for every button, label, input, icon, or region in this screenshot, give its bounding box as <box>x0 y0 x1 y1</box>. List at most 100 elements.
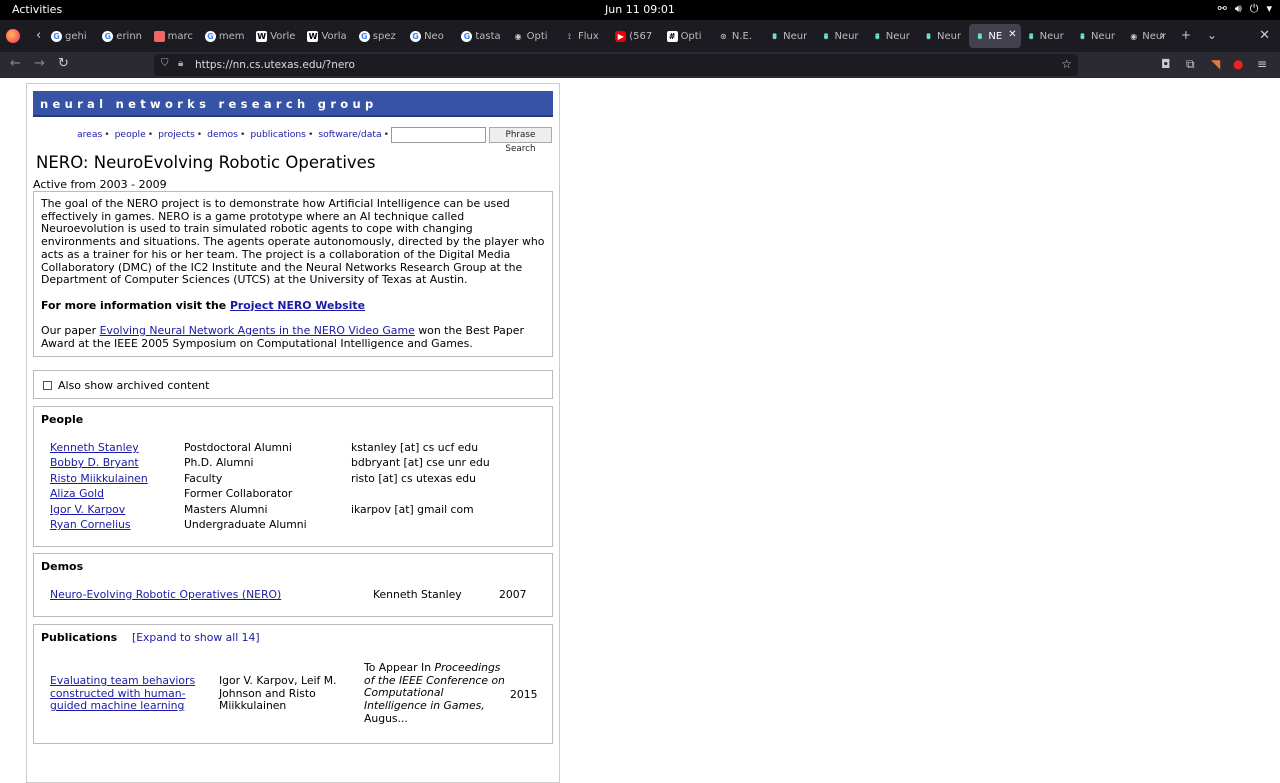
tracking-shield-icon[interactable]: ⛉ <box>161 58 169 69</box>
browser-tab[interactable]: ◉ Opti <box>508 20 559 52</box>
paper-line: Our paper Evolving Neural Network Agents… <box>41 324 545 350</box>
tab-title: spez <box>372 30 396 42</box>
page-title: NERO: NeuroEvolving Robotic Operatives <box>36 153 376 172</box>
browser-tab[interactable]: Gtasta <box>456 20 507 52</box>
ne-favicon-icon: ⊛ <box>720 31 727 41</box>
tab-title: Flux <box>577 30 599 42</box>
tab-scroll-left-icon[interactable]: ‹ <box>36 28 41 43</box>
nav-link-projects[interactable]: projects <box>158 129 195 140</box>
tab-title: Vorla <box>321 30 347 42</box>
window-close-icon[interactable]: ✕ <box>1259 28 1270 43</box>
paper-link[interactable]: Evolving Neural Network Agents in the NE… <box>100 324 415 337</box>
list-all-tabs-icon[interactable]: ⌄ <box>1207 28 1217 42</box>
browser-tab[interactable]: ⩩ Neur <box>1021 20 1072 52</box>
demo-link[interactable]: Neuro-Evolving Robotic Operatives (NERO) <box>50 588 281 601</box>
volume-icon: 🔊︎ <box>1234 2 1242 15</box>
browser-tab[interactable]: Gmem <box>200 20 251 52</box>
browser-tab[interactable]: ▶ (567 <box>610 20 661 52</box>
bookmark-star-icon[interactable]: ☆ <box>1061 57 1072 71</box>
hamburger-menu-icon[interactable]: ≡ <box>1257 57 1267 71</box>
tab-title: Opti <box>680 30 702 42</box>
browser-tab[interactable]: Gerinn <box>97 20 148 52</box>
browser-tab[interactable]: ⩩ NE ✕ <box>969 24 1021 48</box>
lock-icon[interactable]: 🔒︎ <box>178 58 183 69</box>
extension-icon[interactable]: ◥ <box>1211 57 1220 71</box>
tab-title: Neur <box>1090 30 1116 42</box>
nav-link-people[interactable]: people <box>115 129 146 140</box>
person-row: Igor V. Karpov Masters Alumni ikarpov [at]… <box>50 503 550 518</box>
reload-icon[interactable]: ↻ <box>58 56 69 71</box>
new-tab-icon[interactable]: + <box>1181 28 1191 42</box>
browser-tab[interactable]: ⩩ Neur <box>764 20 815 52</box>
browser-tab[interactable]: ⩩ Neur <box>815 20 866 52</box>
network-icon: ⚯ <box>1217 2 1227 15</box>
clock[interactable]: Jun 11 09:01 <box>0 3 1280 16</box>
person-email: ikarpov [at] gmail com <box>351 502 474 516</box>
browser-tab[interactable]: # Opti <box>662 20 713 52</box>
venue-suffix: Augus... <box>364 711 408 725</box>
nav-link-publications[interactable]: publications <box>250 129 306 140</box>
wikipedia-favicon-icon: W <box>256 30 268 42</box>
person-role: Undergraduate Alumni <box>184 518 307 531</box>
browser-tab[interactable]: ⊛ N.E. <box>713 20 764 52</box>
google-favicon-icon: G <box>51 30 62 42</box>
nav-link-demos[interactable]: demos <box>207 129 238 140</box>
system-top-bar: Activities Jun 11 09:01 ⚯ 🔊︎ ⏻ ▾ <box>0 0 1280 20</box>
flux-favicon-icon: ⟟ <box>567 31 571 41</box>
phrase-search-button[interactable]: Phrase Search <box>489 127 552 154</box>
tab-title: gehi <box>65 30 87 42</box>
browser-tab[interactable]: Ggehi <box>46 20 97 52</box>
person-email: kstanley [at] cs ucf edu <box>351 441 479 454</box>
tab-title: Neur <box>885 30 910 42</box>
tab-strip: ‹ Ggehi Gerinn marc Gmem W Vorle W Vorla Gspez G N… <box>0 20 1280 52</box>
person-name-link[interactable]: Bobby D. Bryant <box>50 456 139 469</box>
person-name-link[interactable]: Ryan Cornelius <box>50 518 131 531</box>
back-icon[interactable]: ← <box>10 56 21 71</box>
url-text[interactable]: https://nn.cs.utexas.edu/?nero <box>195 59 355 71</box>
close-tab-icon[interactable]: ✕ <box>1008 29 1016 40</box>
pdf-favicon-icon <box>153 30 165 42</box>
tab-scroll-right-icon[interactable]: › <box>1160 28 1165 42</box>
browser-tab[interactable]: G Neo <box>405 20 456 52</box>
publications-section: Publications [Expand to show all 14] Eva… <box>33 624 553 744</box>
project-website-link[interactable]: Project NERO Website <box>230 299 365 312</box>
archived-label[interactable]: Also show archived content <box>58 379 209 392</box>
pocket-icon[interactable]: ◘ <box>1161 57 1171 71</box>
tab-title: Opti <box>526 30 548 42</box>
firefox-menu-icon[interactable] <box>6 29 20 43</box>
url-bar[interactable]: ⛉ 🔒︎ https://nn.cs.utexas.edu/?nero ☆ <box>154 54 1078 76</box>
person-role: Faculty <box>184 471 223 485</box>
browser-tab[interactable]: ⩩ Neur <box>1072 20 1123 52</box>
browser-tab[interactable]: Gspez <box>354 20 405 52</box>
browser-tab[interactable]: marc <box>149 20 200 52</box>
nav-link-areas[interactable]: areas <box>77 129 102 140</box>
person-name-link[interactable]: Risto Miikkulainen <box>50 472 148 485</box>
browser-tab[interactable]: ⩩ Neur <box>867 20 918 52</box>
site-banner[interactable]: neural networks research group <box>33 91 553 117</box>
archived-checkbox[interactable] <box>43 381 52 390</box>
forward-icon[interactable]: → <box>34 56 45 71</box>
extensions-icon[interactable]: ⧉ <box>1186 57 1195 72</box>
search-input[interactable] <box>391 127 486 143</box>
nav-link-software-data[interactable]: software/data <box>318 129 381 140</box>
publication-title-link[interactable]: Evaluating team behaviors constructed wi… <box>50 674 200 713</box>
ublock-icon[interactable]: ● <box>1233 57 1243 71</box>
active-years: Active from 2003 - 2009 <box>33 178 167 191</box>
person-name-link[interactable]: Aliza Gold <box>50 487 104 500</box>
site-nav-links: areas • people • projects • demos • publicat… <box>76 129 389 140</box>
person-name-link[interactable]: Igor V. Karpov <box>50 503 125 516</box>
browser-tab[interactable]: W Vorle <box>251 20 302 52</box>
nn-favicon-icon: ⩩ <box>1029 31 1034 41</box>
browser-tab[interactable]: ⟟ Flux <box>559 20 610 52</box>
person-name-link[interactable]: Kenneth Stanley <box>50 441 139 454</box>
demo-author: Kenneth Stanley <box>373 588 462 601</box>
system-tray[interactable]: ⚯ 🔊︎ ⏻ ▾ <box>1218 2 1272 16</box>
people-section: People Kenneth Stanley Postdoctoral Alumn… <box>33 406 553 547</box>
eye-favicon-icon: ◉ <box>514 31 522 41</box>
browser-tab[interactable]: W Vorla <box>302 20 353 52</box>
expand-publications-link[interactable]: [Expand to show all 14] <box>132 631 260 644</box>
more-info-prefix: For more information visit the <box>41 298 230 312</box>
person-row: Ryan Cornelius Undergraduate Alumni <box>50 518 550 533</box>
browser-tab[interactable]: ⩩ Neur <box>918 20 969 52</box>
navigation-toolbar: ← → ↻ ⛉ 🔒︎ https://nn.cs.utexas.edu/?ner… <box>0 52 1280 78</box>
